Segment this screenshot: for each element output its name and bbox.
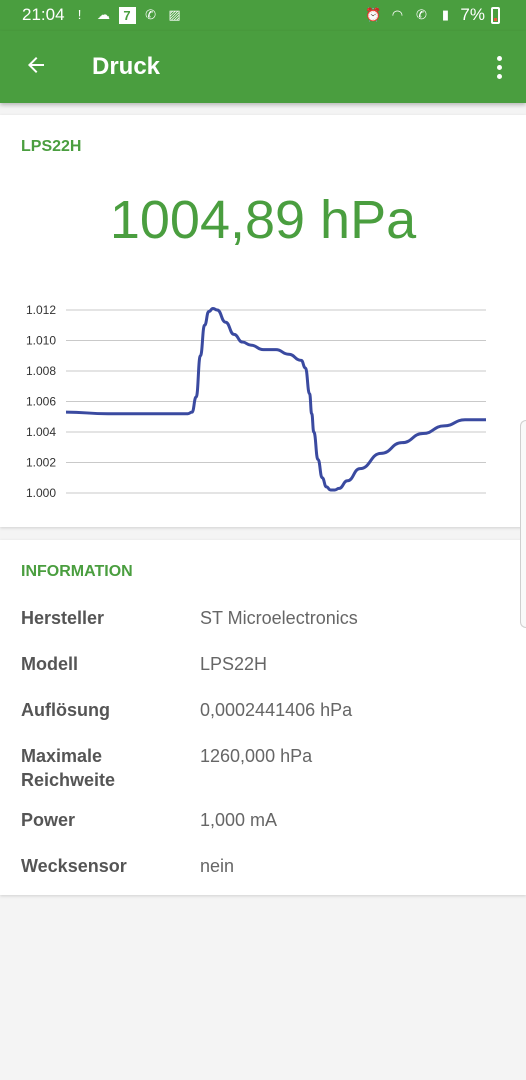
battery-icon [491,6,500,24]
status-left: 21:04 ! ☁ 7 ✆ ▨ [22,5,184,25]
page-title: Druck [92,53,161,80]
back-button[interactable] [14,43,58,87]
arrow-left-icon [28,57,44,73]
info-card: INFORMATION Hersteller ST Microelectroni… [0,540,526,895]
y-tick-label: 1.004 [26,425,56,439]
scroll-handle[interactable] [520,420,526,628]
status-right: ⏰ ◠ ✆ ▮ 7% [364,5,500,25]
alarm-icon: ⏰ [365,7,382,22]
y-tick-label: 1.012 [26,303,56,317]
y-tick-label: 1.000 [26,486,56,500]
battery-percent: 7% [460,5,485,24]
info-value: 1,000 mA [200,810,278,830]
y-tick-label: 1.002 [26,456,56,470]
info-value: 1260,000 hPa [200,746,313,766]
y-tick-label: 1.010 [26,334,56,348]
info-key: Maximale Reichweite [21,746,116,790]
image-icon: ▨ [168,7,181,22]
y-tick-label: 1.008 [26,364,56,378]
info-heading: INFORMATION [21,563,133,580]
info-value: ST Microelectronics [200,608,358,628]
status-time: 21:04 [22,5,65,24]
info-key: Auflösung [21,700,110,720]
app-bar: Druck [0,31,526,103]
wifi-call-icon: ✆ [415,7,427,22]
info-key: Wecksensor [21,856,127,876]
wifi-call-icon: ✆ [145,7,156,22]
pressure-chart: 1.012 1.010 1.008 1.006 1.004 1.002 1.000 [26,303,486,500]
info-key: Power [21,810,76,830]
signal-icon: ▮ [441,7,449,22]
sensor-name: LPS22H [21,138,82,155]
y-tick-label: 1.006 [26,395,56,409]
wifi-icon: ◠ [391,7,404,22]
sensor-card: LPS22H 1004,89 hPa 1.012 1.010 1.008 1.006 1… [0,115,526,527]
info-value: 0,0002441406 hPa [200,700,353,720]
info-value: nein [200,856,235,876]
info-key: Modell [21,654,78,674]
more-vert-icon[interactable] [484,45,514,89]
info-value: LPS22H [200,654,268,674]
info-key: Hersteller [21,608,105,628]
sensor-value: 1004,89 hPa [109,190,417,250]
cloud-icon: ☁ [97,7,111,22]
status-bar: 21:04 ! ☁ 7 ✆ ▨ ⏰ ◠ ✆ ▮ 7% [0,0,526,31]
seven-badge: 7 [118,6,136,24]
alert-icon: ! [77,7,82,22]
